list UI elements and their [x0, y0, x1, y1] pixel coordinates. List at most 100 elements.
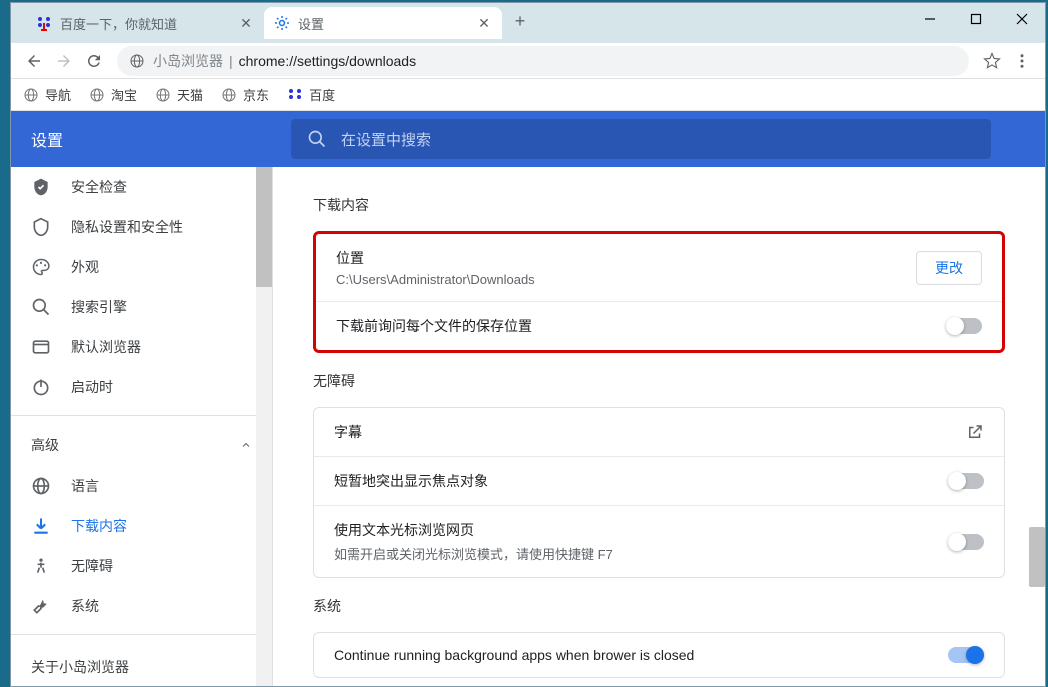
continue-running-label: Continue running background apps when br…: [334, 647, 948, 663]
settings-body: 安全检查 隐私设置和安全性 外观 搜索引擎 默认浏览器 启动时 高级 语言 下载…: [11, 167, 1045, 686]
sidebar-item-label: 默认浏览器: [71, 337, 141, 357]
sidebar-item-label: 下载内容: [71, 516, 127, 536]
settings-sidebar: 安全检查 隐私设置和安全性 外观 搜索引擎 默认浏览器 启动时 高级 语言 下载…: [11, 167, 273, 686]
globe-icon: [155, 87, 171, 103]
wrench-icon: [31, 596, 51, 616]
sidebar-item-downloads[interactable]: 下载内容: [11, 506, 272, 546]
menu-button[interactable]: [1007, 46, 1037, 76]
continue-running-row: Continue running background apps when br…: [314, 633, 1004, 677]
tab-close-icon[interactable]: ✕: [476, 15, 492, 31]
download-location-value: C:\Users\Administrator\Downloads: [336, 272, 916, 287]
accessibility-card: 字幕 短暂地突出显示焦点对象 使用文本光标浏览网页 如需开启或关闭光标浏览模式，…: [313, 407, 1005, 578]
sidebar-item-languages[interactable]: 语言: [11, 466, 272, 506]
highlight-focus-toggle[interactable]: [948, 473, 984, 489]
address-label: 小岛浏览器: [153, 51, 223, 71]
bookmark-taobao[interactable]: 淘宝: [89, 85, 137, 104]
sidebar-item-system[interactable]: 系统: [11, 586, 272, 626]
main-scroll-thumb[interactable]: [1029, 527, 1045, 587]
caret-browsing-sub: 如需开启或关闭光标浏览模式，请使用快捷键 F7: [334, 544, 948, 563]
baidu-icon: [287, 87, 303, 103]
browser-icon: [31, 337, 51, 357]
search-icon: [307, 129, 327, 149]
tab-title: 设置: [298, 14, 476, 33]
captions-row[interactable]: 字幕: [314, 408, 1004, 456]
sidebar-divider: [11, 634, 272, 635]
bookmark-nav[interactable]: 导航: [23, 85, 71, 104]
settings-header: 设置 在设置中搜索: [11, 111, 1045, 167]
baidu-favicon-icon: [36, 15, 52, 31]
tab-title: 百度一下，你就知道: [60, 14, 238, 33]
sidebar-item-label: 搜索引擎: [71, 297, 127, 317]
address-separator: |: [229, 53, 233, 69]
tab-close-icon[interactable]: ✕: [238, 15, 254, 31]
bookmark-label: 百度: [309, 85, 335, 104]
settings-content: 设置 在设置中搜索 安全检查 隐私设置和安全性 外观 搜索引擎 默认浏览器 启动…: [11, 111, 1045, 686]
sidebar-item-on-startup[interactable]: 启动时: [11, 367, 272, 407]
globe-web-icon: [31, 476, 51, 496]
highlight-focus-label: 短暂地突出显示焦点对象: [334, 471, 948, 491]
globe-icon: [89, 87, 105, 103]
tab-settings[interactable]: 设置 ✕: [264, 7, 502, 39]
sidebar-item-search-engine[interactable]: 搜索引擎: [11, 287, 272, 327]
forward-button[interactable]: [49, 46, 79, 76]
bookmark-baidu[interactable]: 百度: [287, 85, 335, 104]
download-icon: [31, 516, 51, 536]
address-bar[interactable]: 小岛浏览器 | chrome://settings/downloads: [117, 46, 969, 76]
globe-icon: [221, 87, 237, 103]
reload-button[interactable]: [79, 46, 109, 76]
minimize-button[interactable]: [907, 3, 953, 35]
maximize-button[interactable]: [953, 3, 999, 35]
settings-main: 下载内容 位置 C:\Users\Administrator\Downloads…: [273, 167, 1045, 686]
download-location-label: 位置: [336, 248, 916, 268]
captions-label: 字幕: [334, 422, 966, 442]
search-placeholder: 在设置中搜索: [341, 129, 431, 150]
sidebar-item-privacy[interactable]: 隐私设置和安全性: [11, 207, 272, 247]
site-info-icon[interactable]: [129, 53, 145, 69]
palette-icon: [31, 257, 51, 277]
sidebar-about[interactable]: 关于小岛浏览器: [11, 643, 272, 686]
back-button[interactable]: [19, 46, 49, 76]
tab-strip: 百度一下，你就知道 ✕ 设置 ✕ +: [26, 7, 534, 43]
sidebar-item-accessibility[interactable]: 无障碍: [11, 546, 272, 586]
close-button[interactable]: [999, 3, 1045, 35]
sidebar-item-appearance[interactable]: 外观: [11, 247, 272, 287]
bookmarks-bar: 导航 淘宝 天猫 京东 百度: [11, 79, 1045, 111]
new-tab-button[interactable]: +: [506, 7, 534, 35]
sidebar-section-advanced[interactable]: 高级: [11, 424, 272, 466]
power-icon: [31, 377, 51, 397]
sidebar-divider: [11, 415, 272, 416]
sidebar-item-label: 语言: [71, 476, 99, 496]
change-location-button[interactable]: 更改: [916, 251, 982, 285]
settings-search-input[interactable]: 在设置中搜索: [291, 119, 991, 159]
main-scrollbar[interactable]: [1029, 167, 1045, 686]
bookmark-tmall[interactable]: 天猫: [155, 85, 203, 104]
sidebar-item-safety-check[interactable]: 安全检查: [11, 167, 272, 207]
tab-baidu[interactable]: 百度一下，你就知道 ✕: [26, 7, 264, 39]
caret-browsing-row: 使用文本光标浏览网页 如需开启或关闭光标浏览模式，请使用快捷键 F7: [314, 505, 1004, 577]
address-url: chrome://settings/downloads: [239, 53, 416, 69]
browser-window: 百度一下，你就知道 ✕ 设置 ✕ + 小岛浏览器 | chrom: [10, 2, 1046, 687]
bookmark-label: 京东: [243, 85, 269, 104]
settings-title: 设置: [31, 127, 291, 151]
sidebar-item-default-browser[interactable]: 默认浏览器: [11, 327, 272, 367]
sidebar-scroll-thumb[interactable]: [256, 167, 272, 287]
bookmark-jd[interactable]: 京东: [221, 85, 269, 104]
sidebar-scrollbar[interactable]: [256, 167, 272, 686]
sidebar-item-label: 隐私设置和安全性: [71, 217, 183, 237]
sidebar-item-label: 安全检查: [71, 177, 127, 197]
sidebar-item-label: 无障碍: [71, 556, 113, 576]
ask-before-download-row: 下载前询问每个文件的保存位置: [316, 301, 1002, 350]
bookmark-star-button[interactable]: [977, 46, 1007, 76]
shield-check-icon: [31, 177, 51, 197]
shield-icon: [31, 217, 51, 237]
sidebar-section-label: 高级: [31, 435, 59, 455]
accessibility-icon: [31, 556, 51, 576]
ask-before-download-label: 下载前询问每个文件的保存位置: [336, 316, 946, 336]
globe-icon: [23, 87, 39, 103]
sidebar-about-label: 关于小岛浏览器: [31, 659, 129, 675]
caret-browsing-toggle[interactable]: [948, 534, 984, 550]
ask-before-download-toggle[interactable]: [946, 318, 982, 334]
gear-favicon-icon: [274, 15, 290, 31]
continue-running-toggle[interactable]: [948, 647, 984, 663]
section-title-downloads: 下载内容: [313, 195, 1005, 215]
